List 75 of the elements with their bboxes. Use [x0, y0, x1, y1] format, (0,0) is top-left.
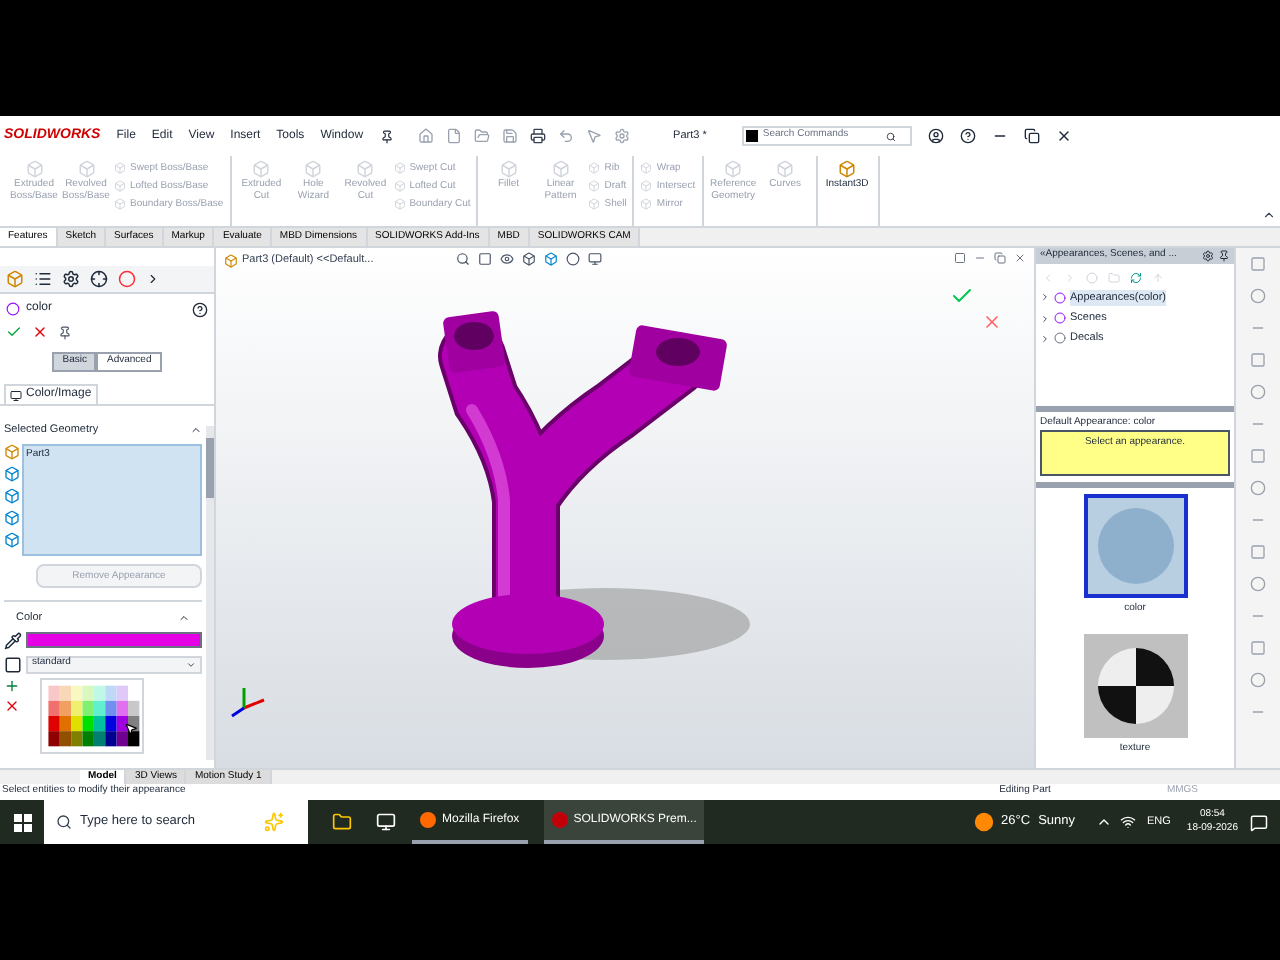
- undo-icon[interactable]: [557, 128, 574, 144]
- pin-icon[interactable]: [379, 129, 394, 143]
- search-icon[interactable]: [886, 131, 897, 141]
- cube-icon: [588, 180, 601, 192]
- cube-icon: [588, 162, 601, 174]
- cube-icon: [114, 198, 126, 210]
- add-icon[interactable]: [4, 677, 20, 693]
- settings-icon[interactable]: [613, 128, 630, 144]
- cube-icon: [393, 180, 406, 192]
- folder-icon[interactable]: [332, 812, 352, 832]
- restore-icon[interactable]: [1024, 128, 1041, 144]
- cube-icon[interactable]: [4, 444, 20, 461]
- monitor-icon[interactable]: [376, 812, 396, 832]
- cube-icon: [393, 198, 406, 210]
- cube-icon: [114, 162, 126, 174]
- network-icon[interactable]: [1119, 814, 1135, 830]
- scrollbar[interactable]: [206, 426, 214, 760]
- gear-icon[interactable]: [1202, 250, 1214, 263]
- pin-icon[interactable]: [58, 325, 72, 339]
- cube-icon: [588, 198, 601, 210]
- color-palette-drawing[interactable]: [40, 677, 144, 753]
- cursor-icon: [124, 721, 138, 735]
- swatch-icon[interactable]: [4, 655, 22, 673]
- collapse-icon[interactable]: [1262, 208, 1276, 222]
- color-wheel-icon: [6, 302, 20, 316]
- monitor-icon: [10, 389, 22, 401]
- crosshair-icon[interactable]: [90, 270, 108, 288]
- notification-icon[interactable]: [1250, 813, 1268, 831]
- sphere-render: [1097, 508, 1173, 585]
- pipe-model-drawing[interactable]: [438, 310, 728, 668]
- cube-icon: [640, 198, 653, 210]
- appearance-thumbnail[interactable]: [1083, 633, 1187, 738]
- zoom-area-icon[interactable]: [478, 252, 492, 266]
- save-icon[interactable]: [501, 128, 518, 144]
- cube-icon: [838, 160, 857, 178]
- cube-icon: [224, 253, 238, 268]
- cube-icon: [640, 180, 653, 192]
- cube-icon: [640, 162, 653, 174]
- user-icon[interactable]: [928, 128, 945, 144]
- sun-icon: [973, 812, 994, 832]
- check-icon[interactable]: [6, 324, 22, 340]
- help-icon[interactable]: [960, 128, 977, 144]
- tile-icon[interactable]: [954, 252, 966, 264]
- eye-icon[interactable]: [500, 252, 514, 266]
- cube-icon[interactable]: [4, 510, 20, 527]
- appearance-thumbnail[interactable]: [1083, 494, 1187, 599]
- magnifier-icon[interactable]: [456, 252, 470, 266]
- check-icon[interactable]: [950, 284, 974, 308]
- close-icon[interactable]: [1056, 128, 1073, 144]
- cube-icon[interactable]: [522, 252, 536, 266]
- cube-icon: [114, 180, 126, 192]
- help-icon[interactable]: [192, 301, 208, 317]
- command-prompt-icon: [746, 130, 759, 142]
- cube-icon[interactable]: [544, 252, 558, 266]
- chevron-icon[interactable]: [1095, 814, 1111, 830]
- cube-icon[interactable]: [4, 466, 20, 483]
- refresh-icon[interactable]: [1130, 271, 1142, 284]
- eyedropper-icon[interactable]: [4, 631, 22, 649]
- sparkle-icon: [264, 812, 284, 832]
- list-icon[interactable]: [34, 270, 52, 288]
- sphere-icon[interactable]: [566, 252, 580, 266]
- search-icon[interactable]: [56, 814, 72, 830]
- sphere-render: [1097, 647, 1173, 724]
- printer-icon[interactable]: [529, 128, 546, 144]
- axis-triad-drawing: [231, 688, 265, 718]
- pointer-icon[interactable]: [585, 128, 602, 144]
- cube-icon: [393, 162, 406, 174]
- pin-icon[interactable]: [1218, 250, 1230, 263]
- delete-icon[interactable]: [4, 697, 20, 713]
- color-wheel-icon[interactable]: [118, 270, 136, 288]
- gear-icon[interactable]: [62, 270, 80, 288]
- home-icon[interactable]: [417, 128, 434, 144]
- cube-icon[interactable]: [4, 532, 20, 549]
- new-file-icon[interactable]: [445, 128, 462, 144]
- cube-icon[interactable]: [4, 488, 20, 505]
